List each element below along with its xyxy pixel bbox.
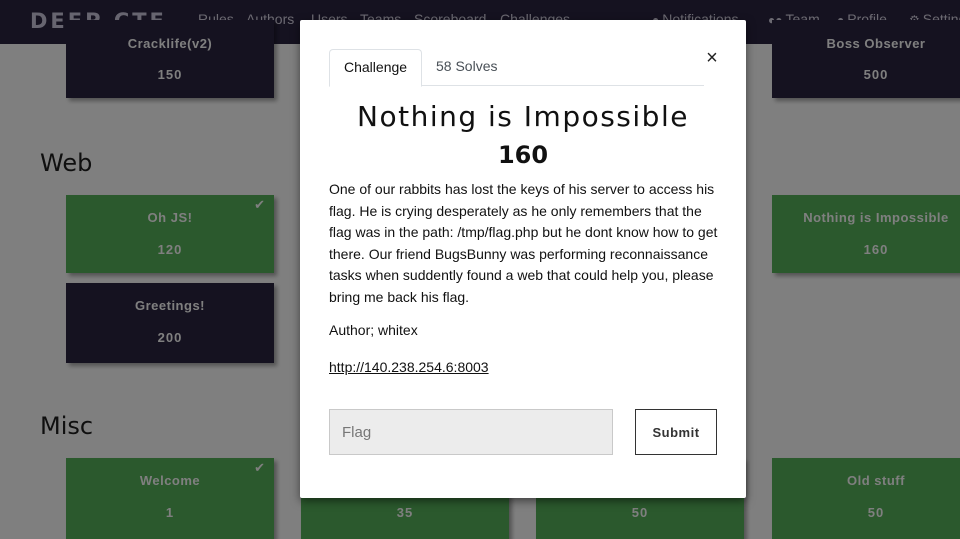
challenge-value: 160 xyxy=(497,141,549,169)
tab-challenge[interactable]: Challenge xyxy=(329,49,423,87)
submit-button[interactable]: Submit xyxy=(635,409,717,455)
challenge-modal: Challenge 58 Solves × Nothing is Impossi… xyxy=(300,20,746,498)
challenge-author: Author; whitex xyxy=(329,322,418,338)
tab-solves[interactable]: 58 Solves xyxy=(422,49,511,86)
modal-tabs: Challenge 58 Solves xyxy=(329,49,704,87)
flag-input[interactable] xyxy=(329,409,613,455)
close-icon[interactable]: × xyxy=(702,47,722,71)
challenge-title: Nothing is Impossible xyxy=(357,100,689,133)
challenge-link[interactable]: http://140.238.254.6:8003 xyxy=(329,359,489,375)
challenge-description: One of our rabbits has lost the keys of … xyxy=(329,181,718,305)
